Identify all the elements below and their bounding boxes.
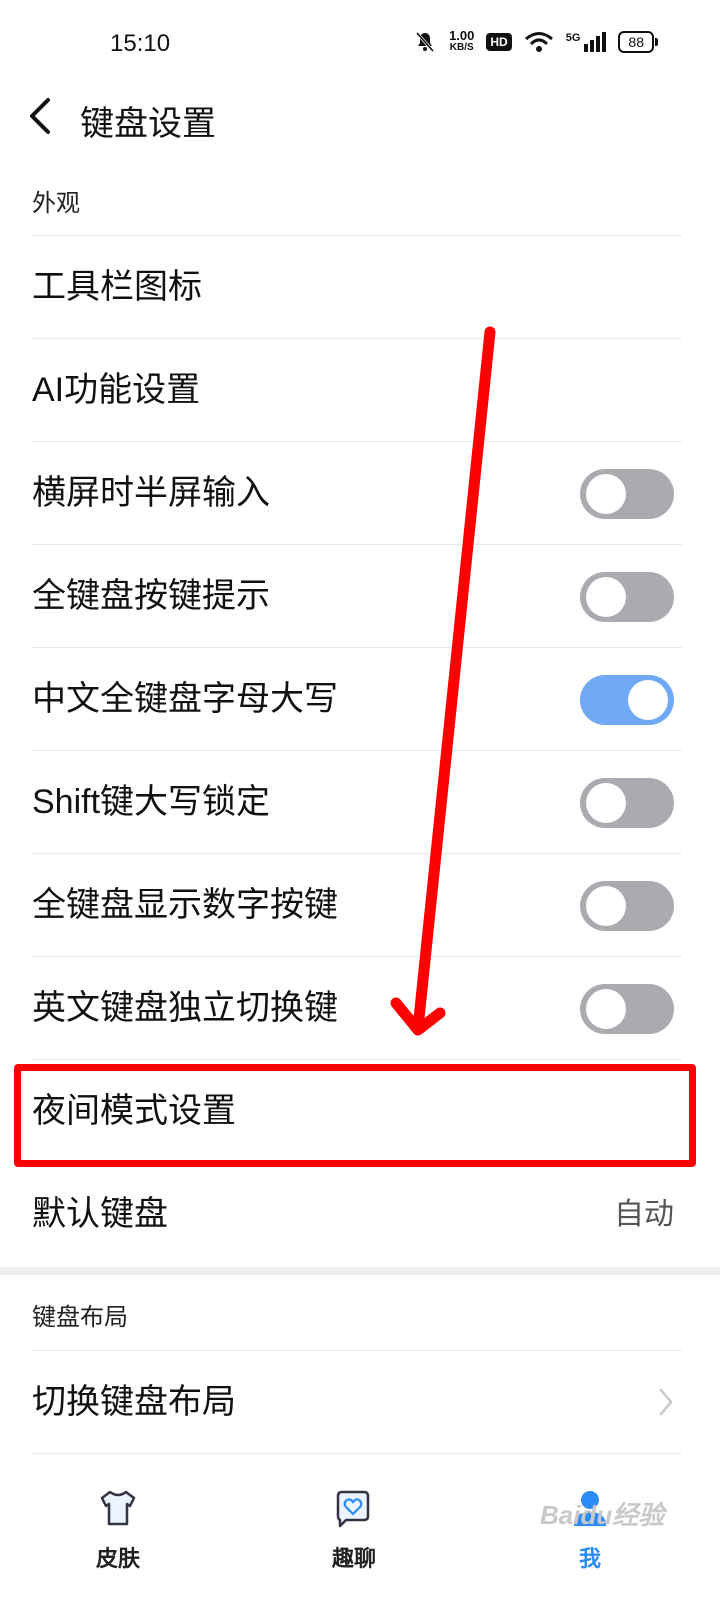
row-divider — [32, 1453, 682, 1454]
setting-landscape-half-screen: 横屏时半屏输入 — [32, 441, 682, 544]
watermark: Baidu经验 — [540, 1500, 665, 1530]
setting-chinese-uppercase: 中文全键盘字母大写 — [32, 647, 682, 750]
status-time: 15:10 — [110, 30, 171, 57]
setting-shift-caps-lock: Shift键大写锁定 — [32, 750, 682, 853]
back-button[interactable] — [26, 92, 66, 140]
setting-night-mode[interactable]: 夜间模式设置 — [32, 1059, 682, 1162]
shirt-icon — [100, 1490, 136, 1526]
setting-label: 切换键盘布局 — [32, 1383, 236, 1421]
setting-ai-features[interactable]: AI功能设置 — [32, 338, 682, 441]
nav-label: 趣聊 — [331, 1546, 376, 1571]
setting-label: Shift键大写锁定 — [32, 783, 271, 821]
section-divider — [0, 1267, 720, 1275]
speed-value: 1.00 — [449, 28, 475, 43]
bottom-nav: 皮肤 趣聊 我 — [0, 1470, 720, 1600]
signal-bar-icon — [596, 36, 601, 52]
toggle-knob — [586, 886, 626, 926]
app-bar: 键盘设置 — [0, 88, 720, 144]
setting-default-keyboard[interactable]: 默认键盘 自动 — [32, 1162, 682, 1265]
toggle-knob — [586, 577, 626, 617]
signal-bar-icon — [584, 44, 589, 52]
setting-key-hint: 全键盘按键提示 — [32, 544, 682, 647]
toggle-knob — [586, 474, 626, 514]
setting-label: 工具栏图标 — [32, 268, 202, 306]
section-label-appearance: 外观 — [32, 190, 80, 217]
network-type: 5G — [565, 32, 581, 44]
status-bar: 15:10 1.00 KB/S HD 5G 88 — [0, 0, 720, 90]
setting-english-switch-key: 英文键盘独立切换键 — [32, 956, 682, 1059]
signal-bar-icon — [590, 40, 595, 52]
setting-value: 自动 — [614, 1198, 674, 1231]
key-hint-toggle[interactable] — [580, 572, 674, 622]
back-arrow-icon — [30, 98, 50, 134]
toggle-knob — [586, 989, 626, 1029]
toggle-knob — [586, 783, 626, 823]
setting-label: 中文全键盘字母大写 — [32, 680, 338, 718]
speed-unit: KB/S — [449, 42, 474, 53]
battery-indicator: 88 — [618, 31, 658, 53]
mute-bell-icon — [415, 32, 435, 52]
setting-label: 全键盘显示数字按键 — [32, 886, 338, 924]
page-title: 键盘设置 — [80, 105, 216, 143]
number-keys-toggle[interactable] — [580, 881, 674, 931]
nav-label: 皮肤 — [95, 1546, 140, 1571]
shift-caps-lock-toggle[interactable] — [580, 778, 674, 828]
hd-badge: HD — [486, 33, 512, 51]
setting-label: 默认键盘 — [32, 1195, 168, 1233]
section-label-layout: 键盘布局 — [32, 1304, 128, 1331]
setting-label: 横屏时半屏输入 — [32, 474, 270, 512]
chevron-right-icon — [659, 1388, 673, 1416]
setting-label: 英文键盘独立切换键 — [32, 989, 338, 1027]
signal-indicator: 5G — [566, 32, 607, 52]
setting-label: AI功能设置 — [32, 371, 201, 409]
wifi-icon — [524, 32, 553, 52]
setting-label: 夜间模式设置 — [32, 1092, 236, 1130]
chat-heart-icon — [336, 1490, 370, 1528]
landscape-half-screen-toggle[interactable] — [580, 469, 674, 519]
chinese-uppercase-toggle[interactable] — [580, 675, 674, 725]
setting-number-keys: 全键盘显示数字按键 — [32, 853, 682, 956]
nav-item-skin[interactable]: 皮肤 — [58, 1480, 178, 1590]
nav-item-chat[interactable]: 趣聊 — [294, 1480, 414, 1590]
nav-label: 我 — [578, 1546, 601, 1571]
network-speed: 1.00 KB/S — [449, 28, 475, 54]
toggle-knob — [628, 680, 668, 720]
english-switch-key-toggle[interactable] — [580, 984, 674, 1034]
signal-bar-icon — [602, 32, 607, 52]
setting-label: 全键盘按键提示 — [32, 577, 270, 615]
setting-switch-layout[interactable]: 切换键盘布局 — [32, 1350, 682, 1453]
status-icons: 1.00 KB/S HD 5G 88 — [413, 28, 658, 54]
setting-toolbar-icons[interactable]: 工具栏图标 — [32, 235, 682, 338]
